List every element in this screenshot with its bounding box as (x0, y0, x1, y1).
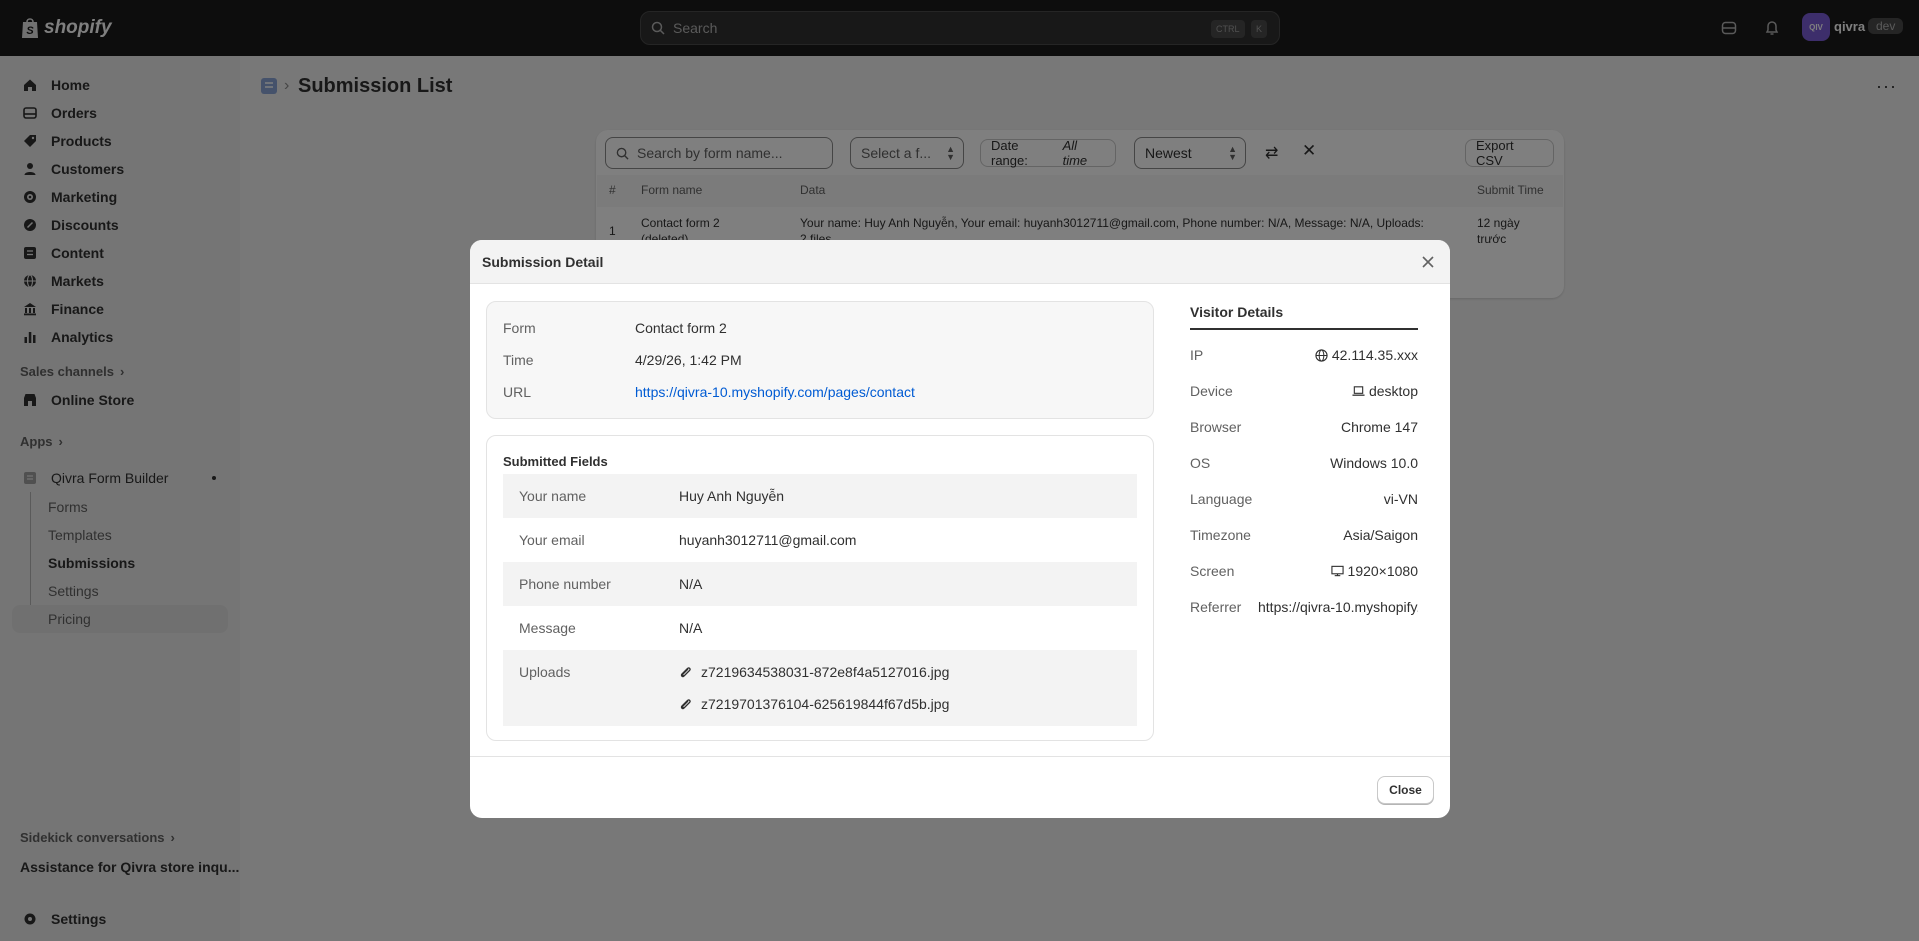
upload-file-name: z7219701376104-625619844f67d5b.jpg (701, 696, 950, 712)
upload-file-name: z7219634538031-872e8f4a5127016.jpg (701, 664, 950, 680)
device-label: Device (1190, 383, 1233, 399)
language-value: vi-VN (1383, 491, 1418, 507)
timezone-label: Timezone (1190, 527, 1251, 543)
time-value: 4/29/26, 1:42 PM (635, 352, 742, 368)
close-button[interactable]: Close (1377, 776, 1434, 804)
upload-file-link[interactable]: z7219634538031-872e8f4a5127016.jpg (679, 664, 949, 680)
url-label: URL (503, 384, 532, 400)
referrer-value: https://qivra-10.myshopify.com/pages/con… (1258, 599, 1418, 615)
field-row: Your email huyanh3012711@gmail.com (503, 518, 1137, 562)
field-label: Your name (519, 488, 587, 504)
referrer-label: Referrer (1190, 599, 1242, 615)
paperclip-icon (680, 699, 691, 710)
submitted-fields-title: Submitted Fields (503, 454, 608, 469)
ip-value: 42.114.35.xxx (1331, 347, 1418, 363)
browser-value: Chrome 147 (1340, 419, 1418, 435)
form-value: Contact form 2 (635, 320, 727, 336)
visitor-details-rule (1190, 328, 1418, 330)
modal-footer-divider (470, 756, 1450, 757)
url-link[interactable]: https://qivra-10.myshopify.com/pages/con… (635, 384, 915, 400)
time-label: Time (503, 352, 534, 368)
field-label: Your email (519, 532, 585, 548)
uploads-row: Uploads z7219634538031-872e8f4a5127016.j… (503, 650, 1137, 726)
field-value: Huy Anh Nguyễn (679, 488, 785, 504)
uploads-label: Uploads (519, 664, 571, 680)
timezone-value: Asia/Saigon (1343, 527, 1418, 543)
ip-label: IP (1190, 347, 1204, 363)
os-label: OS (1190, 455, 1211, 471)
submission-meta-box: Form Contact form 2 Time 4/29/26, 1:42 P… (486, 301, 1154, 419)
paperclip-icon (680, 667, 691, 678)
os-value: Windows 10.0 (1330, 455, 1418, 471)
submitted-fields-box: Submitted Fields Your name Huy Anh Nguyễ… (486, 435, 1154, 741)
field-row: Phone number N/A (503, 562, 1137, 606)
field-value: N/A (679, 576, 703, 592)
submission-detail-modal: Submission Detail Form Contact form 2 Ti… (470, 240, 1450, 818)
field-label: Phone number (519, 576, 611, 592)
browser-label: Browser (1190, 419, 1242, 435)
close-icon[interactable] (1418, 252, 1438, 272)
laptop-icon (1352, 386, 1365, 396)
field-row: Your name Huy Anh Nguyễn (503, 474, 1137, 518)
field-row: Message N/A (503, 606, 1137, 650)
modal-title: Submission Detail (482, 254, 604, 270)
field-value: N/A (679, 620, 703, 636)
globe-icon (1315, 348, 1328, 362)
visitor-details-title: Visitor Details (1190, 304, 1284, 320)
language-label: Language (1190, 491, 1253, 507)
field-value: huyanh3012711@gmail.com (679, 532, 857, 548)
screen-label: Screen (1190, 563, 1235, 579)
device-value: desktop (1368, 383, 1418, 399)
monitor-icon (1330, 565, 1344, 577)
modal-header: Submission Detail (470, 240, 1450, 284)
ip-value-wrap: 42.114.35.xxx (1315, 347, 1418, 363)
screen-value: 1920×1080 (1347, 563, 1418, 579)
form-label: Form (503, 320, 536, 336)
upload-file-link[interactable]: z7219701376104-625619844f67d5b.jpg (679, 696, 949, 712)
device-value-wrap: desktop (1352, 383, 1418, 399)
screen-value-wrap: 1920×1080 (1330, 563, 1418, 579)
field-label: Message (519, 620, 576, 636)
